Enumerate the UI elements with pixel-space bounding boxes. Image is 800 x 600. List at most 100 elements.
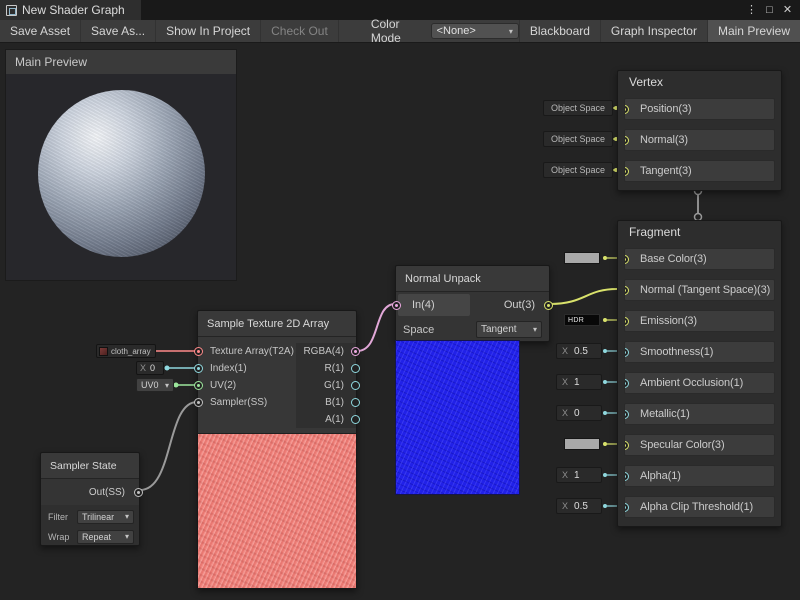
port-label: Alpha Clip Threshold(1) bbox=[640, 501, 753, 513]
rgba-output-row[interactable]: RGBA(4) bbox=[296, 343, 356, 360]
in-port[interactable] bbox=[392, 301, 401, 310]
wrap-dropdown[interactable]: Repeat ▾ bbox=[77, 530, 134, 544]
position-space-dropdown[interactable]: Object Space bbox=[543, 100, 613, 116]
space-dropdown[interactable]: Tangent ▾ bbox=[476, 321, 542, 338]
ambient-occlusion-port[interactable] bbox=[624, 379, 629, 388]
texture-array-port[interactable] bbox=[194, 347, 203, 356]
show-in-project-button[interactable]: Show In Project bbox=[156, 20, 261, 42]
main-preview-toggle[interactable]: Main Preview bbox=[707, 20, 800, 42]
fragment-row-ambient-occlusion[interactable]: Ambient Occlusion(1) bbox=[624, 372, 775, 394]
vertex-node-body: Position(3) Normal(3) Tangent(3) bbox=[624, 93, 775, 182]
normal-space-dropdown[interactable]: Object Space bbox=[543, 131, 613, 147]
vertex-row-tangent[interactable]: Tangent(3) bbox=[624, 160, 775, 182]
vertex-node[interactable]: Vertex Position(3) Normal(3) Tangent(3) bbox=[617, 70, 782, 191]
cloth-texture-preview bbox=[198, 433, 356, 588]
b-output-row[interactable]: B(1) bbox=[296, 394, 356, 411]
normal-port[interactable] bbox=[624, 136, 629, 145]
base-color-swatch[interactable] bbox=[564, 252, 600, 264]
alpha-input[interactable]: X1 bbox=[556, 467, 602, 483]
sampler-port[interactable] bbox=[194, 398, 203, 407]
metallic-input[interactable]: X0 bbox=[556, 405, 602, 421]
x-label: X bbox=[562, 377, 568, 387]
shader-graph-tab[interactable]: New Shader Graph bbox=[0, 0, 141, 20]
uv-channel-dropdown[interactable]: UV0 ▾ bbox=[136, 378, 174, 392]
alpha-clip-threshold-port[interactable] bbox=[624, 503, 629, 512]
space-label: Space bbox=[403, 324, 434, 336]
a-output-row[interactable]: A(1) bbox=[296, 411, 356, 428]
main-preview-header[interactable]: Main Preview bbox=[6, 50, 236, 74]
texture-array-input-row[interactable]: Texture Array(T2A) bbox=[198, 343, 296, 360]
sampler-state-out-row[interactable]: Out(SS) bbox=[41, 479, 139, 505]
base-color-port[interactable] bbox=[624, 255, 629, 264]
sample-node-body: Texture Array(T2A) Index(1) UV(2) Sample… bbox=[198, 337, 356, 433]
smoothness-port[interactable] bbox=[624, 348, 629, 357]
x-label: X bbox=[140, 363, 146, 373]
vertex-row-normal[interactable]: Normal(3) bbox=[624, 129, 775, 151]
rgba-port[interactable] bbox=[351, 347, 360, 356]
position-port[interactable] bbox=[624, 105, 629, 114]
save-asset-button[interactable]: Save Asset bbox=[0, 20, 81, 42]
window-controls: ⋮ □ ✕ bbox=[744, 1, 800, 19]
tangent-port[interactable] bbox=[624, 167, 629, 176]
alpha-clip-threshold-input[interactable]: X0.5 bbox=[556, 498, 602, 514]
normal-tangent-space-port[interactable] bbox=[624, 286, 629, 295]
graph-canvas[interactable]: Main Preview Vertex Position(3) Normal(3… bbox=[0, 44, 800, 600]
graph-inspector-toggle[interactable]: Graph Inspector bbox=[600, 20, 707, 42]
fragment-row-specular-color[interactable]: Specular Color(3) bbox=[624, 434, 775, 456]
sampler-input-row[interactable]: Sampler(SS) bbox=[198, 394, 296, 411]
port-label: Smoothness(1) bbox=[640, 346, 713, 358]
specular-color-swatch[interactable] bbox=[564, 438, 600, 450]
index-value-input[interactable]: X 0 bbox=[136, 361, 164, 375]
fragment-row-alpha-clip-threshold[interactable]: Alpha Clip Threshold(1) bbox=[624, 496, 775, 518]
smoothness-input[interactable]: X0.5 bbox=[556, 343, 602, 359]
shader-graph-icon bbox=[6, 5, 17, 16]
color-mode-dropdown[interactable]: <None> ▾ bbox=[431, 23, 519, 39]
filter-dropdown[interactable]: Trilinear ▾ bbox=[77, 510, 134, 524]
uv-input-row[interactable]: UV(2) bbox=[198, 377, 296, 394]
window-menu-icon[interactable]: ⋮ bbox=[744, 1, 759, 19]
g-output-row[interactable]: G(1) bbox=[296, 377, 356, 394]
fragment-row-alpha[interactable]: Alpha(1) bbox=[624, 465, 775, 487]
window-maximize-icon[interactable]: □ bbox=[762, 1, 777, 19]
save-as-button[interactable]: Save As... bbox=[81, 20, 156, 42]
normal-unpack-node[interactable]: Normal Unpack In(4) Out(3) Space Tangent… bbox=[395, 265, 550, 342]
main-preview-window[interactable]: Main Preview bbox=[5, 49, 237, 281]
fragment-node[interactable]: Fragment Base Color(3) Normal (Tangent S… bbox=[617, 220, 782, 527]
texture-array-value-chip[interactable]: cloth_array bbox=[96, 344, 156, 358]
r-port[interactable] bbox=[351, 364, 360, 373]
uv-port[interactable] bbox=[194, 381, 203, 390]
a-port[interactable] bbox=[351, 415, 360, 424]
sampler-state-node[interactable]: Sampler State Out(SS) Filter Trilinear ▾… bbox=[40, 452, 140, 546]
x-label: X bbox=[562, 408, 568, 418]
tangent-space-dropdown[interactable]: Object Space bbox=[543, 162, 613, 178]
out-port[interactable] bbox=[544, 301, 553, 310]
fragment-row-metallic[interactable]: Metallic(1) bbox=[624, 403, 775, 425]
g-port[interactable] bbox=[351, 381, 360, 390]
metallic-port[interactable] bbox=[624, 410, 629, 419]
b-port[interactable] bbox=[351, 398, 360, 407]
emission-port[interactable] bbox=[624, 317, 629, 326]
index-port[interactable] bbox=[194, 364, 203, 373]
out-ss-port[interactable] bbox=[134, 488, 143, 497]
window-close-icon[interactable]: ✕ bbox=[780, 1, 795, 19]
fragment-row-smoothness[interactable]: Smoothness(1) bbox=[624, 341, 775, 363]
out-slot[interactable]: Out(3) bbox=[470, 299, 549, 311]
vertex-row-position[interactable]: Position(3) bbox=[624, 98, 775, 120]
blackboard-toggle[interactable]: Blackboard bbox=[519, 20, 600, 42]
ambient-occlusion-input[interactable]: X1 bbox=[556, 374, 602, 390]
index-input-row[interactable]: Index(1) bbox=[198, 360, 296, 377]
fragment-row-emission[interactable]: Emission(3) bbox=[624, 310, 775, 332]
normal-unpack-io: In(4) Out(3) bbox=[396, 292, 549, 318]
x-label: X bbox=[562, 346, 568, 356]
main-preview-body bbox=[6, 74, 236, 280]
fragment-row-base-color[interactable]: Base Color(3) bbox=[624, 248, 775, 270]
in-slot[interactable]: In(4) bbox=[398, 294, 470, 316]
fragment-row-normal[interactable]: Normal (Tangent Space)(3) bbox=[624, 279, 775, 301]
r-output-row[interactable]: R(1) bbox=[296, 360, 356, 377]
alpha-port[interactable] bbox=[624, 472, 629, 481]
specular-color-port[interactable] bbox=[624, 441, 629, 450]
sample-texture-2d-array-node[interactable]: Sample Texture 2D Array Texture Array(T2… bbox=[197, 310, 357, 589]
normal-unpack-title: Normal Unpack bbox=[396, 266, 549, 292]
emission-hdr-swatch[interactable]: HDR bbox=[564, 314, 600, 326]
wrap-row: Wrap Repeat ▾ bbox=[41, 528, 139, 545]
